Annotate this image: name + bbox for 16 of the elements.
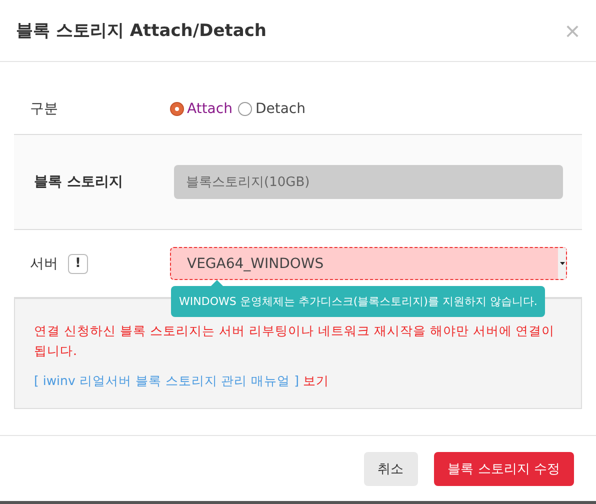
field-label: 구분 xyxy=(30,100,58,118)
server-select[interactable]: VEGA64_WINDOWS xyxy=(170,247,567,280)
caret-icon xyxy=(560,262,564,265)
cancel-button[interactable]: 취소 xyxy=(364,452,418,486)
radio-option[interactable]: Detach xyxy=(238,101,306,117)
notice-message: 연결 신청하신 블록 스토리지는 서버 리부팅이나 네트워크 재시작을 해야만 서버에 연결이 됩니다. xyxy=(34,322,556,360)
tooltip-pointer-icon xyxy=(211,280,223,286)
tooltip: WINDOWS 운영체제는 추가디스크(블록스토리지)를 지원하지 않습니다. xyxy=(171,280,546,317)
field-label: 블록 스토리지 xyxy=(34,173,123,191)
field-label: 서버 xyxy=(30,254,58,272)
radio-option[interactable]: Attach xyxy=(170,101,232,117)
storage-field: 블록스토리지(10GB) xyxy=(174,165,563,199)
submit-button[interactable]: 블록 스토리지 수정 xyxy=(434,452,574,486)
view-link[interactable]: 보기 xyxy=(303,373,330,390)
info-badge[interactable]: ! xyxy=(68,254,88,274)
dialog-title: 블록 스토리지 Attach/Detach xyxy=(16,20,267,42)
